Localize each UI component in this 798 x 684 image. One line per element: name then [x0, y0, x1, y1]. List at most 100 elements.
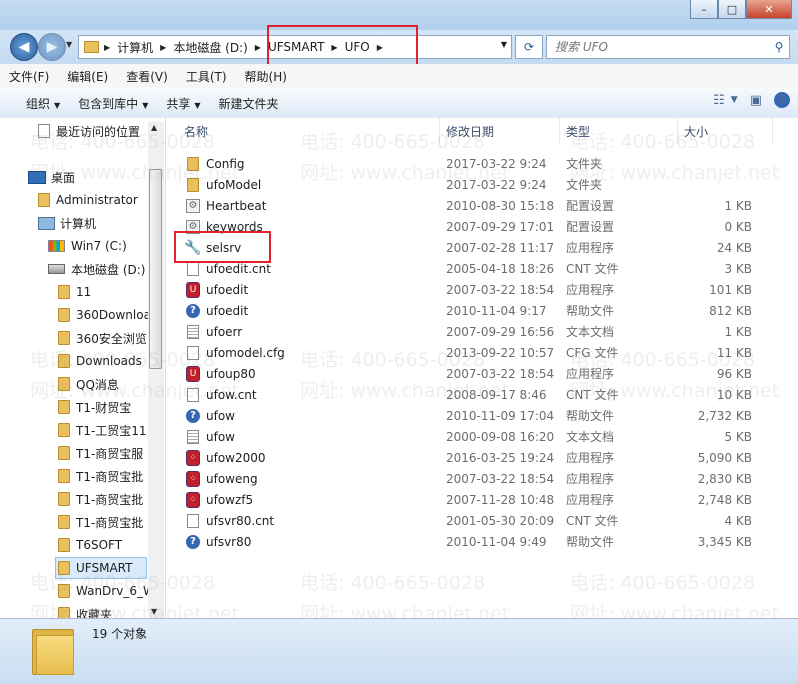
scroll-down-icon[interactable]: ▼ — [151, 607, 157, 616]
new-folder-button[interactable]: 新建文件夹 — [215, 95, 293, 112]
file-row[interactable]: Uufoedit 2007-03-22 18:54 应用程序 101 KB — [166, 279, 766, 300]
file-row[interactable]: ⁘ ufoweng 2007-03-22 18:54 应用程序 2,830 KB — [166, 468, 766, 489]
file-row[interactable]: ? ufsvr80 2010-11-04 9:49 帮助文件 3,345 KB — [166, 531, 766, 552]
file-name: ufomodel.cfg — [206, 345, 285, 360]
blank-file-icon — [186, 387, 200, 402]
nav-item-folder[interactable]: QQ消息 — [58, 373, 119, 395]
file-name: ufoModel — [206, 177, 262, 192]
file-name: ufoedit — [206, 303, 249, 318]
file-name: ufow2000 — [206, 450, 266, 465]
breadcrumb-separator-icon[interactable]: ▶ — [252, 43, 264, 52]
nav-item-folder[interactable]: 360Downloa — [58, 304, 151, 326]
file-row[interactable]: ? ufoedit 2010-11-04 9:17 帮助文件 812 KB — [166, 300, 766, 321]
menu-tools[interactable]: 工具(T) — [177, 68, 236, 85]
search-icon[interactable]: ⚲ — [769, 40, 789, 54]
nav-item-win7-c[interactable]: Win7 (C:) — [48, 235, 127, 257]
file-row[interactable]: Config 2017-03-22 9:24 文件夹 — [166, 153, 766, 174]
file-name: ufoerr — [206, 324, 243, 339]
menu-file[interactable]: 文件(F) — [0, 68, 58, 85]
nav-item-local-disk-d[interactable]: 本地磁盘 (D:) — [48, 258, 145, 280]
nav-item-label: QQ消息 — [76, 377, 119, 392]
breadcrumb-separator-icon[interactable]: ▶ — [157, 43, 169, 52]
breadcrumb-computer[interactable]: 计算机 — [113, 39, 157, 56]
nav-scrollbar[interactable]: ▲ ▼ — [148, 121, 164, 618]
blank-file-icon — [186, 345, 200, 360]
folder-icon — [58, 308, 70, 322]
back-button[interactable]: ◀ — [10, 33, 38, 61]
file-row[interactable]: ? ufow 2010-11-09 17:04 帮助文件 2,732 KB — [166, 405, 766, 426]
address-history-dropdown-icon[interactable]: ▼ — [501, 40, 507, 49]
breadcrumb-separator-icon[interactable]: ▶ — [101, 43, 113, 52]
organize-button[interactable]: 组织 ▼ — [0, 95, 74, 112]
column-header-type[interactable]: 类型 — [560, 118, 678, 144]
file-size: 2,748 KB — [697, 492, 752, 507]
minimize-button[interactable]: – — [690, 0, 718, 19]
file-row[interactable]: Uufoup80 2007-03-22 18:54 应用程序 96 KB — [166, 363, 766, 384]
folder-icon — [186, 177, 200, 192]
recent-pages-dropdown-icon[interactable]: ▼ — [66, 40, 72, 49]
column-header-size[interactable]: 大小 — [678, 118, 773, 144]
scroll-up-icon[interactable]: ▲ — [151, 123, 157, 132]
folder-icon — [58, 538, 70, 552]
nav-item-folder[interactable]: 360安全浏览 — [58, 327, 147, 349]
help-file-icon: ? — [186, 534, 200, 549]
nav-item-label: WanDrv_6_W — [76, 584, 155, 598]
menu-view[interactable]: 查看(V) — [117, 68, 177, 85]
nav-item-folder[interactable]: WanDrv_6_W — [58, 580, 155, 602]
file-date: 2007-03-22 18:54 — [446, 366, 555, 381]
share-button[interactable]: 共享 ▼ — [162, 95, 214, 112]
file-row[interactable]: ⁘ ufow2000 2016-03-25 19:24 应用程序 5,090 KB — [166, 447, 766, 468]
dice-app-icon: ⁘ — [186, 491, 200, 508]
file-type: CFG 文件 — [566, 346, 619, 360]
file-row[interactable]: ufoerr 2007-09-29 16:56 文本文档 1 KB — [166, 321, 766, 342]
search-input[interactable] — [547, 39, 769, 55]
nav-item-folder[interactable]: T6SOFT — [58, 534, 122, 556]
forward-button[interactable]: ▶ — [38, 33, 66, 61]
nav-scrollbar-thumb[interactable] — [149, 169, 162, 369]
file-row[interactable]: ⚙ Heartbeat 2010-08-30 15:18 配置设置 1 KB — [166, 195, 766, 216]
file-type: 配置设置 — [566, 199, 615, 213]
nav-item-desktop[interactable]: 桌面 — [28, 166, 75, 188]
preview-pane-icon[interactable]: ▣ — [750, 93, 762, 108]
nav-item-recent-places[interactable]: 最近访问的位置 — [38, 120, 140, 142]
nav-item-administrator[interactable]: Administrator — [38, 189, 138, 211]
details-pane: 19 个对象 — [0, 618, 798, 684]
nav-item-folder[interactable]: Downloads — [58, 350, 142, 372]
nav-item-folder[interactable]: T1-商贸宝批 — [58, 511, 143, 533]
nav-item-computer[interactable]: 计算机 — [38, 212, 96, 234]
include-in-library-button[interactable]: 包含到库中 ▼ — [74, 95, 162, 112]
column-header-date[interactable]: 修改日期 — [440, 118, 560, 144]
help-icon[interactable]: ? — [774, 92, 790, 108]
nav-item-folder[interactable]: T1-财贸宝 — [58, 396, 131, 418]
file-row[interactable]: ufow.cnt 2008-09-17 8:46 CNT 文件 10 KB — [166, 384, 766, 405]
chevron-down-icon[interactable]: ▼ — [731, 95, 738, 105]
nav-item-folder[interactable]: 收藏夹 — [58, 603, 112, 618]
nav-item-folder[interactable]: T1-商贸宝批 — [58, 465, 143, 487]
menu-help[interactable]: 帮助(H) — [236, 68, 296, 85]
file-row[interactable]: ufomodel.cfg 2013-09-22 10:57 CFG 文件 11 KB — [166, 342, 766, 363]
large-folder-icon — [32, 625, 74, 675]
view-options-icon[interactable]: ☷ — [713, 93, 725, 108]
nav-item-ufsmart-selected[interactable]: UFSMART — [55, 557, 147, 579]
nav-item-folder[interactable]: T1-工贸宝11 — [58, 419, 147, 441]
file-size: 2,830 KB — [697, 471, 752, 486]
nav-item-label: T6SOFT — [76, 538, 123, 552]
refresh-button[interactable]: ⟳ — [515, 35, 543, 59]
breadcrumb-drive-d[interactable]: 本地磁盘 (D:) — [169, 39, 251, 56]
file-row[interactable]: ufow 2000-09-08 16:20 文本文档 5 KB — [166, 426, 766, 447]
menu-edit[interactable]: 编辑(E) — [58, 68, 117, 85]
dice-app-icon: ⁘ — [186, 449, 200, 466]
close-button[interactable]: ✕ — [746, 0, 792, 19]
nav-item-folder[interactable]: T1-商贸宝服 — [58, 442, 143, 464]
file-name: ufoedit — [206, 282, 249, 297]
maximize-button[interactable]: □ — [718, 0, 746, 19]
file-row[interactable]: ⁘ ufowzf5 2007-11-28 10:48 应用程序 2,748 KB — [166, 489, 766, 510]
nav-item-folder[interactable]: T1-商贸宝批 — [58, 488, 143, 510]
file-date: 2000-09-08 16:20 — [446, 429, 555, 444]
column-header-name[interactable]: 名称 — [166, 118, 440, 144]
file-row[interactable]: ufsvr80.cnt 2001-05-30 20:09 CNT 文件 4 KB — [166, 510, 766, 531]
nav-item-label: T1-商贸宝服 — [76, 446, 144, 461]
file-row[interactable]: ufoModel 2017-03-22 9:24 文件夹 — [166, 174, 766, 195]
command-toolbar: 组织 ▼ 包含到库中 ▼ 共享 ▼ 新建文件夹 ☷ ▼ ▣ ? — [0, 88, 798, 119]
nav-item-folder[interactable]: 11 — [58, 281, 91, 303]
